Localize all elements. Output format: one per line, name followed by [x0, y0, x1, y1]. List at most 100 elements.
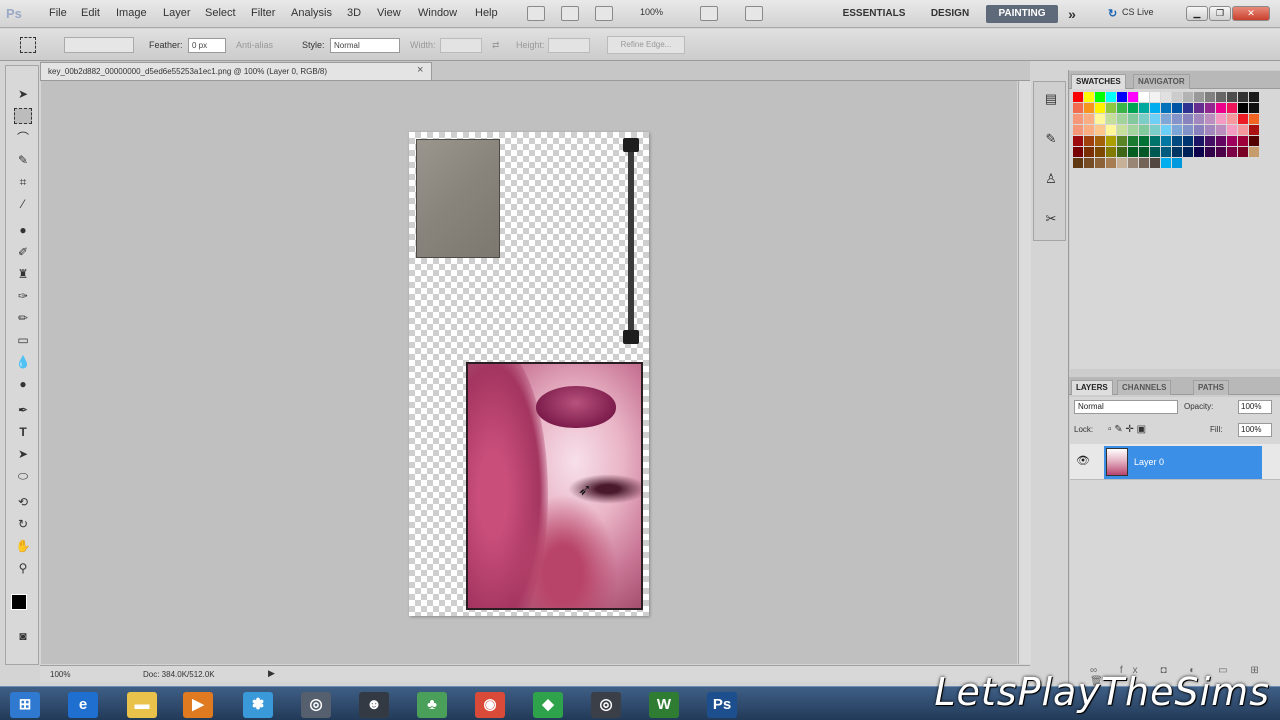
move-tool-icon[interactable]: ➤: [14, 86, 32, 102]
clone-stamp-icon[interactable]: ♜: [14, 266, 32, 282]
color-swatch[interactable]: [1128, 92, 1138, 102]
vertical-scrollbar[interactable]: [1018, 81, 1031, 664]
color-swatch[interactable]: [1117, 125, 1127, 135]
color-swatch[interactable]: [1084, 158, 1094, 168]
close-button[interactable]: ✕: [1232, 6, 1270, 21]
color-swatch[interactable]: [1095, 158, 1105, 168]
menu-edit[interactable]: Edit: [81, 7, 100, 19]
taskbar-people-icon[interactable]: ♣: [417, 692, 447, 718]
color-swatch[interactable]: [1194, 103, 1204, 113]
color-swatch[interactable]: [1183, 147, 1193, 157]
close-document-icon[interactable]: ×: [417, 64, 423, 76]
visibility-eye-icon[interactable]: 👁: [1076, 454, 1090, 467]
color-swatch[interactable]: [1095, 125, 1105, 135]
color-swatch[interactable]: [1216, 147, 1226, 157]
foreground-color-swatch[interactable]: [11, 594, 27, 610]
color-swatch[interactable]: [1150, 147, 1160, 157]
taskbar-chrome-icon[interactable]: ◉: [475, 692, 505, 718]
height-input[interactable]: [548, 38, 590, 53]
tool-presets-icon[interactable]: ✂: [1042, 210, 1060, 228]
color-swatch[interactable]: [1106, 92, 1116, 102]
taskbar-mail-icon[interactable]: ◎: [301, 692, 331, 718]
color-swatch[interactable]: [1117, 114, 1127, 124]
color-swatch[interactable]: [1084, 125, 1094, 135]
color-swatch[interactable]: [1161, 125, 1171, 135]
document-canvas[interactable]: [409, 132, 649, 616]
3d-rotate-icon[interactable]: ⟲: [14, 494, 32, 510]
color-swatch[interactable]: [1139, 147, 1149, 157]
color-swatch[interactable]: [1194, 114, 1204, 124]
selection-mode-icons[interactable]: [64, 37, 134, 53]
eyedropper-tool-icon[interactable]: ⁄: [14, 196, 32, 212]
lock-icons[interactable]: ▫ ✎ ✛ ▣: [1108, 424, 1146, 435]
color-swatch[interactable]: [1183, 114, 1193, 124]
workspace-essentials[interactable]: ESSENTIALS: [836, 5, 912, 23]
taskbar-media-player-icon[interactable]: ▶: [183, 692, 213, 718]
status-zoom[interactable]: 100%: [50, 670, 70, 679]
color-swatch[interactable]: [1161, 103, 1171, 113]
color-swatch[interactable]: [1106, 103, 1116, 113]
color-swatch[interactable]: [1073, 136, 1083, 146]
color-swatch[interactable]: [1106, 147, 1116, 157]
menu-view[interactable]: View: [377, 7, 401, 19]
refine-edge-button[interactable]: Refine Edge...: [607, 36, 685, 54]
color-swatch[interactable]: [1172, 125, 1182, 135]
workspace-design[interactable]: DESIGN: [924, 5, 976, 23]
color-swatch[interactable]: [1205, 114, 1215, 124]
color-swatch[interactable]: [1249, 147, 1259, 157]
taskbar-sims-icon[interactable]: ◆: [533, 692, 563, 718]
menu-help[interactable]: Help: [475, 7, 498, 19]
color-swatch[interactable]: [1084, 136, 1094, 146]
dodge-tool-icon[interactable]: ●: [14, 376, 32, 392]
color-swatch[interactable]: [1161, 147, 1171, 157]
blur-tool-icon[interactable]: 💧: [14, 354, 32, 370]
color-swatch[interactable]: [1073, 125, 1083, 135]
color-swatch[interactable]: [1095, 147, 1105, 157]
fill-input[interactable]: 100%: [1238, 423, 1272, 437]
color-swatch[interactable]: [1150, 158, 1160, 168]
color-swatch[interactable]: [1227, 92, 1237, 102]
style-select[interactable]: Normal: [330, 38, 400, 53]
color-swatch[interactable]: [1216, 136, 1226, 146]
crop-tool-icon[interactable]: ⌗: [14, 174, 32, 190]
color-swatch[interactable]: [1238, 136, 1248, 146]
taskbar-internet-explorer-icon[interactable]: e: [68, 692, 98, 718]
lasso-tool-icon[interactable]: ⌒: [14, 130, 32, 146]
color-swatch[interactable]: [1161, 136, 1171, 146]
taskbar-folder-icon[interactable]: ▬: [127, 692, 157, 718]
color-swatch[interactable]: [1139, 158, 1149, 168]
color-swatch[interactable]: [1150, 125, 1160, 135]
view-extras-icon[interactable]: [595, 6, 613, 21]
color-swatch[interactable]: [1238, 92, 1248, 102]
color-swatch[interactable]: [1128, 103, 1138, 113]
color-swatch[interactable]: [1205, 103, 1215, 113]
color-swatch[interactable]: [1084, 114, 1094, 124]
color-swatch[interactable]: [1073, 158, 1083, 168]
color-swatch[interactable]: [1238, 103, 1248, 113]
antialias-checkbox[interactable]: Anti-alias: [236, 40, 273, 50]
color-swatch[interactable]: [1172, 92, 1182, 102]
swatch-grid[interactable]: [1073, 92, 1263, 169]
layer-row[interactable]: 👁 Layer 0: [1070, 444, 1280, 480]
color-swatch[interactable]: [1073, 147, 1083, 157]
swap-icon[interactable]: ⇄: [492, 40, 500, 51]
color-swatch[interactable]: [1183, 92, 1193, 102]
menu-analysis[interactable]: Analysis: [291, 7, 332, 19]
tab-channels[interactable]: CHANNELS: [1117, 380, 1172, 395]
eraser-tool-icon[interactable]: ✏: [14, 310, 32, 326]
quick-selection-tool-icon[interactable]: ✎: [14, 152, 32, 168]
color-swatch[interactable]: [1172, 158, 1182, 168]
color-swatch[interactable]: [1106, 125, 1116, 135]
gradient-tool-icon[interactable]: ▭: [14, 332, 32, 348]
color-swatch[interactable]: [1194, 136, 1204, 146]
color-swatch[interactable]: [1073, 92, 1083, 102]
minimize-button[interactable]: ▁: [1186, 6, 1208, 21]
taskbar-messenger-icon[interactable]: ✽: [243, 692, 273, 718]
color-swatch[interactable]: [1205, 147, 1215, 157]
color-swatch[interactable]: [1084, 103, 1094, 113]
color-swatch[interactable]: [1161, 114, 1171, 124]
mini-bridge-icon[interactable]: [561, 6, 579, 21]
zoom-tool-icon[interactable]: ⚲: [14, 560, 32, 576]
width-input[interactable]: [440, 38, 482, 53]
blend-mode-select[interactable]: Normal: [1074, 400, 1178, 414]
